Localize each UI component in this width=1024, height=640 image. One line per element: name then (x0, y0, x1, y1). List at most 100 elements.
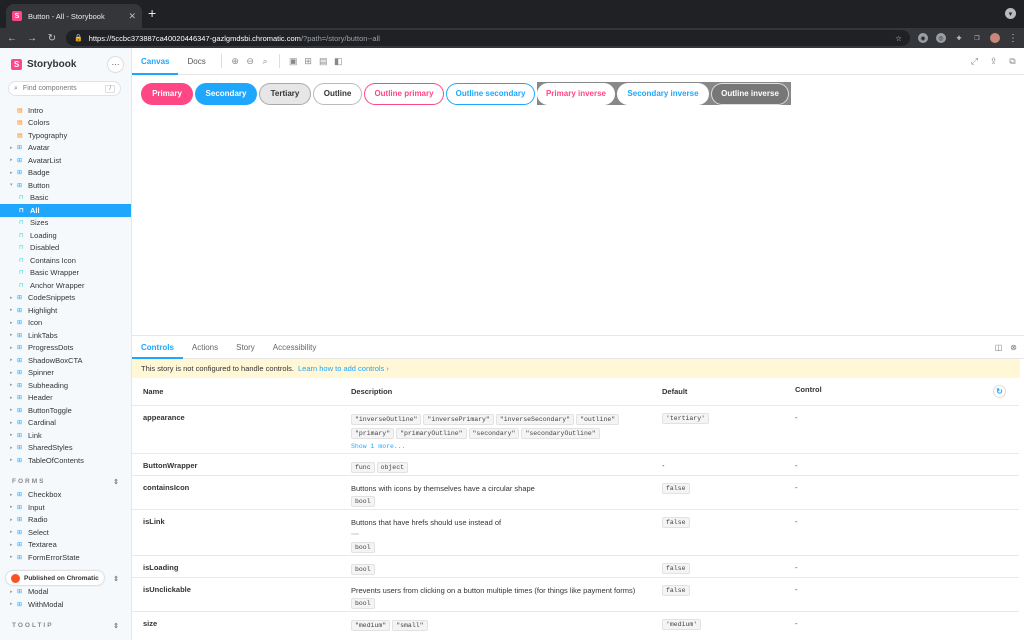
button-secondary-inverse[interactable]: Secondary inverse (617, 82, 709, 105)
sidebar-item-typography[interactable]: ▤ Typography (0, 129, 131, 142)
sidebar-item-header[interactable]: ▸ ⊞ Header (0, 392, 131, 405)
sidebar-item-sharedstyles[interactable]: ▸ ⊞ SharedStyles (0, 442, 131, 455)
sidebar-item-codesnippets[interactable]: ▸ ⊞ CodeSnippets (0, 292, 131, 305)
sidebar-item-button[interactable]: ▾ ⊞ Button (0, 179, 131, 192)
sidebar-item-label: FormErrorState (28, 552, 80, 562)
back-icon[interactable]: ← (6, 33, 18, 44)
measure-icon[interactable]: ◧ (331, 56, 346, 67)
button-outline-primary[interactable]: Outline primary (364, 82, 444, 105)
reload-icon[interactable]: ↻ (46, 33, 58, 44)
tab-docs[interactable]: Docs (178, 48, 214, 75)
sidebar-item-tableofcontents[interactable]: ▸ ⊞ TableOfContents (0, 454, 131, 467)
new-tab-button[interactable]: + (148, 6, 156, 20)
extension-icon[interactable]: ◉ (918, 33, 928, 43)
forward-icon[interactable]: → (26, 33, 38, 44)
profile-avatar[interactable] (990, 33, 1000, 43)
address-bar[interactable]: 🔒 https://5ccbc373887ca40020446347-gazlg… (66, 30, 910, 46)
sidebar-item-modal[interactable]: ▸ ⊞ Modal (0, 586, 131, 599)
tab-story[interactable]: Story (227, 336, 264, 359)
sidebar-item-cardinal[interactable]: ▸ ⊞ Cardinal (0, 417, 131, 430)
fullscreen-icon[interactable]: ⤢ (967, 56, 982, 67)
reset-controls-icon[interactable]: ↻ (993, 384, 1006, 398)
browser-menu-icon[interactable]: ⋮ (1008, 33, 1018, 44)
sidebar-item-basic[interactable]: ⊓ Basic (0, 192, 131, 205)
extension-icon[interactable]: ◎ (936, 33, 946, 43)
puzzle-icon[interactable]: ✚ (954, 33, 964, 43)
search-input[interactable]: ⌕ Find components / (8, 81, 121, 96)
component-icon: ⊞ (17, 445, 23, 452)
published-on-chromatic-badge[interactable]: Published on Chromatic (6, 571, 104, 585)
sidebar-item-radio[interactable]: ▸ ⊞ Radio (0, 514, 131, 527)
expand-toggle-icon[interactable]: ⇕ (113, 622, 119, 630)
viewport-icon[interactable]: ▤ (316, 56, 331, 67)
sidebar-item-badge[interactable]: ▸ ⊞ Badge (0, 167, 131, 180)
sidebar-item-label: Basic Wrapper (30, 268, 80, 278)
media-icon[interactable]: ❐ (972, 33, 982, 43)
sidebar-section-tooltip[interactable]: TOOLTIP ⇕ (0, 619, 131, 633)
zoom-in-icon[interactable]: ⊕ (228, 56, 243, 67)
sidebar-item-formerrorstate[interactable]: ▸ ⊞ FormErrorState (0, 551, 131, 564)
sidebar-item-checkbox[interactable]: ▸ ⊞ Checkbox (0, 489, 131, 502)
panel-orientation-icon[interactable]: ◫ (995, 343, 1003, 352)
background-icon[interactable]: ▣ (286, 56, 301, 67)
sidebar-section-forms[interactable]: FORMS ⇕ (0, 475, 131, 489)
share-icon[interactable]: ⇪ (986, 56, 1001, 67)
sidebar-item-link[interactable]: ▸ ⊞ Link (0, 429, 131, 442)
sidebar-item-label: ShadowBoxCTA (28, 355, 83, 365)
sidebar-item-avatar[interactable]: ▸ ⊞ Avatar (0, 142, 131, 155)
sidebar-item-textarea[interactable]: ▸ ⊞ Textarea (0, 539, 131, 552)
sidebar-item-shadowboxcta[interactable]: ▸ ⊞ ShadowBoxCTA (0, 354, 131, 367)
tab-accessibility[interactable]: Accessibility (264, 336, 326, 359)
sidebar-item-loading[interactable]: ⊓ Loading (0, 229, 131, 242)
button-outline-inverse[interactable]: Outline inverse (711, 82, 789, 105)
sidebar-item-spinner[interactable]: ▸ ⊞ Spinner (0, 367, 131, 380)
sidebar-item-label: Contains Icon (30, 255, 76, 265)
sidebar-item-sizes[interactable]: ⊓ Sizes (0, 217, 131, 230)
sidebar-item-withmodal[interactable]: ▸ ⊞ WithModal (0, 598, 131, 611)
sidebar-item-contains-icon[interactable]: ⊓ Contains Icon (0, 254, 131, 267)
sidebar-item-intro[interactable]: ▤ Intro (0, 104, 131, 117)
expand-toggle-icon[interactable]: ⇕ (113, 575, 119, 583)
zoom-out-icon[interactable]: ⊖ (243, 56, 258, 67)
button-secondary[interactable]: Secondary (195, 82, 257, 105)
tab-canvas[interactable]: Canvas (132, 48, 178, 75)
zoom-reset-icon[interactable]: ⌕ (258, 56, 273, 67)
grid-icon[interactable]: ⊞ (301, 56, 316, 67)
prop-name: isLoading (132, 554, 351, 577)
copy-link-icon[interactable]: ⧉ (1005, 56, 1020, 67)
browser-tab[interactable]: S Button - All - Storybook ✕ (6, 4, 142, 28)
sidebar-item-label: All (30, 205, 40, 215)
tab-close-icon[interactable]: ✕ (128, 11, 136, 22)
button-outline-secondary[interactable]: Outline secondary (446, 82, 535, 105)
button-primary[interactable]: Primary (141, 82, 193, 105)
show-more-link[interactable]: Show 1 more... (351, 441, 662, 453)
sidebar-item-input[interactable]: ▸ ⊞ Input (0, 501, 131, 514)
bookmark-star-icon[interactable]: ☆ (895, 34, 902, 43)
col-control: Control ↻ (795, 378, 1019, 405)
window-menu-icon[interactable]: ▾ (1005, 8, 1016, 19)
button-primary-inverse[interactable]: Primary inverse (537, 82, 615, 105)
sidebar-item-all[interactable]: ⊓ All (0, 204, 131, 217)
sidebar-item-buttontoggle[interactable]: ▸ ⊞ ButtonToggle (0, 404, 131, 417)
panel-close-icon[interactable]: ⊗ (1010, 343, 1017, 352)
learn-controls-link[interactable]: Learn how to add controls › (298, 364, 389, 373)
sidebar-item-highlight[interactable]: ▸ ⊞ Highlight (0, 304, 131, 317)
button-tertiary[interactable]: Tertiary (259, 82, 311, 105)
tab-actions[interactable]: Actions (183, 336, 227, 359)
sidebar-item-linktabs[interactable]: ▸ ⊞ LinkTabs (0, 329, 131, 342)
sidebar-item-select[interactable]: ▸ ⊞ Select (0, 526, 131, 539)
sidebar-item-basic-wrapper[interactable]: ⊓ Basic Wrapper (0, 267, 131, 280)
sidebar-item-avatarlist[interactable]: ▸ ⊞ AvatarList (0, 154, 131, 167)
button-outline[interactable]: Outline (313, 82, 362, 105)
sidebar-item-colors[interactable]: ▤ Colors (0, 117, 131, 130)
tab-controls[interactable]: Controls (132, 336, 183, 359)
prop-control: - (795, 554, 1019, 577)
expand-toggle-icon[interactable]: ⇕ (113, 478, 119, 486)
sidebar-item-progressdots[interactable]: ▸ ⊞ ProgressDots (0, 342, 131, 355)
sidebar-item-anchor-wrapper[interactable]: ⊓ Anchor Wrapper (0, 279, 131, 292)
sidebar-item-subheading[interactable]: ▸ ⊞ Subheading (0, 379, 131, 392)
sidebar-item-icon[interactable]: ▸ ⊞ Icon (0, 317, 131, 330)
sidebar-item-disabled[interactable]: ⊓ Disabled (0, 242, 131, 255)
sidebar-menu-button[interactable]: ··· (108, 56, 123, 72)
brand-title[interactable]: Storybook (27, 59, 76, 70)
